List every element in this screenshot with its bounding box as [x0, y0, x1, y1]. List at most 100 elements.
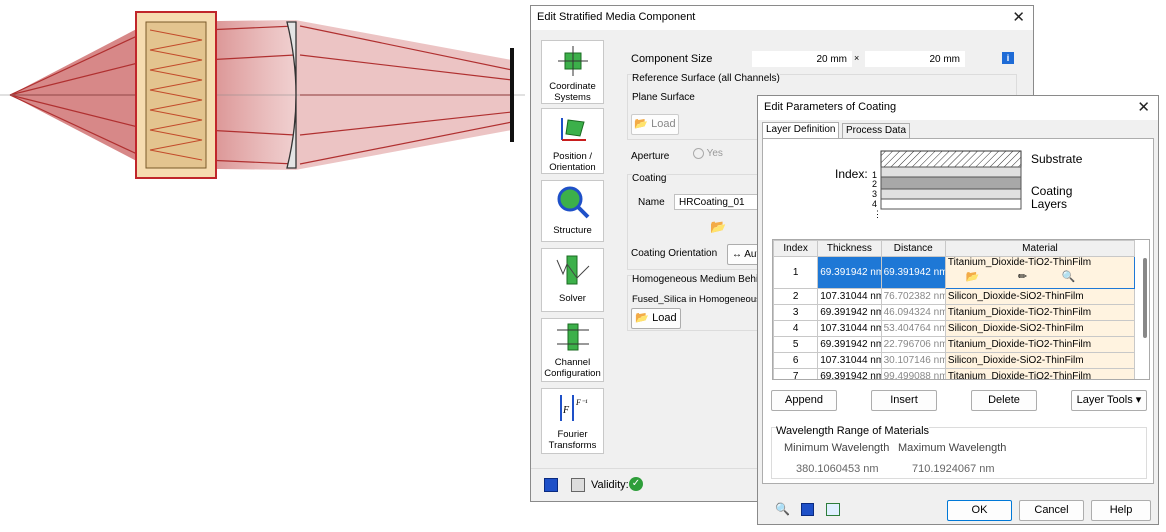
table-row[interactable]: 6 107.31044 nm 30.107146 nm Silicon_Dioxide… [773, 352, 1136, 369]
coating-title: Coating [632, 173, 667, 184]
save-icon[interactable] [801, 503, 814, 516]
load-reference-label: Load [651, 118, 676, 130]
insert-button[interactable]: Insert [871, 390, 937, 411]
coating-orientation-label: Coating Orientation [631, 248, 718, 259]
ok-button[interactable]: OK [947, 500, 1012, 521]
size-x-value: 20 mm [816, 54, 847, 65]
row-distance: 69.391942 nm [880, 256, 946, 289]
main-dialog-titlebar: Edit Stratified Media Component ✕ [531, 6, 1033, 30]
sidebar-item-fourier-transforms[interactable]: F F⁻¹ Fourier Transforms [541, 388, 604, 454]
optical-diagram [0, 11, 525, 179]
sidebar-item-position-orientation[interactable]: Position / Orientation [541, 108, 604, 174]
coating-name-value: HRCoating_01 [679, 197, 745, 208]
layer-2 [880, 176, 1022, 190]
size-y-input[interactable]: 20 mm [865, 51, 965, 67]
table-header-row: Index Thickness Distance Material [773, 240, 1136, 257]
index-more: ⋮ [873, 209, 882, 219]
append-button[interactable]: Append [771, 390, 837, 411]
sidebar-label: Systems [554, 92, 591, 103]
layer-definition-panel: Substrate Index: 1 2 3 4 ⋮ Coating Layer… [762, 138, 1154, 484]
table-scrollbar[interactable] [1143, 258, 1147, 338]
load-reference-button[interactable]: 📂 Load [631, 114, 679, 135]
table-row[interactable]: 4 107.31044 nm 53.404764 nm Silicon_Dioxide… [773, 320, 1136, 337]
main-dialog-close-icon[interactable]: ✕ [1012, 8, 1025, 26]
info-icon[interactable]: i [1002, 52, 1014, 64]
row-material-selected[interactable]: Titanium_Dioxide-TiO2-ThinFilm 📂 ✏ 🔍 [944, 256, 1136, 289]
aperture-yes-label: Yes [706, 148, 723, 160]
row-thickness[interactable]: 69.391942 nm [817, 304, 882, 321]
svg-text:F⁻¹: F⁻¹ [575, 398, 588, 407]
tab-process-data[interactable]: Process Data [842, 123, 911, 138]
folder-icon[interactable]: 📂 [710, 219, 726, 235]
row-thickness[interactable]: 69.391942 nm [817, 336, 882, 353]
layer-tools-label: Layer Tools [1076, 394, 1133, 406]
load-medium-button[interactable]: 📂 Load [631, 308, 681, 329]
row-material[interactable]: Silicon_Dioxide-SiO2-ThinFilm [944, 288, 1136, 305]
export-icon[interactable] [826, 503, 840, 516]
sidebar-item-solver[interactable]: Solver [541, 248, 604, 312]
min-wavelength-label: Minimum Wavelength [784, 442, 890, 454]
column-header-index: Index [773, 240, 819, 257]
sidebar-label: Coordinate [549, 81, 596, 92]
table-row-selected[interactable]: 1 69.391942 nm 69.391942 nm Titanium_Dio… [773, 256, 1136, 289]
column-header-distance: Distance [880, 240, 946, 257]
row-thickness[interactable]: 69.391942 nm [817, 256, 882, 289]
cancel-button[interactable]: Cancel [1019, 500, 1084, 521]
coating-layers-label-1: Coating [1031, 184, 1073, 198]
save-icon[interactable] [544, 478, 558, 492]
table-row[interactable]: 7 69.391942 nm 99.499088 nm Titanium_Dioxid… [773, 368, 1136, 379]
row-distance: 30.107146 nm [880, 352, 946, 369]
size-x-input[interactable]: 20 mm [752, 51, 852, 67]
edit-pencil-icon[interactable]: ✏ [1018, 270, 1027, 283]
sidebar-label: Structure [553, 225, 592, 236]
row-thickness[interactable]: 107.31044 nm [817, 288, 882, 305]
insert-label: Insert [890, 394, 918, 406]
solver-icon [556, 255, 589, 285]
table-row[interactable]: 2 107.31044 nm 76.702382 nm Silicon_Dioxide… [773, 288, 1136, 305]
row-thickness[interactable]: 107.31044 nm [817, 320, 882, 337]
folder-icon[interactable]: 📂 [966, 270, 980, 283]
wavelength-title: Wavelength Range of Materials [776, 425, 930, 437]
row-distance: 53.404764 nm [880, 320, 946, 337]
layer-3 [880, 188, 1022, 200]
row-material[interactable]: Silicon_Dioxide-SiO2-ThinFilm [944, 352, 1136, 369]
row-thickness[interactable]: 107.31044 nm [817, 352, 882, 369]
table-row[interactable]: 3 69.391942 nm 46.094324 nm Titanium_Dioxid… [773, 304, 1136, 321]
row-material[interactable]: Titanium_Dioxide-TiO2-ThinFilm [944, 336, 1136, 353]
radio-icon [693, 148, 704, 159]
sidebar-label: Configuration [544, 368, 601, 379]
substrate-layer [880, 150, 1022, 168]
row-material[interactable]: Titanium_Dioxide-TiO2-ThinFilm [944, 304, 1136, 321]
coating-dialog-titlebar: Edit Parameters of Coating ✕ [758, 96, 1158, 120]
layer-tools-dropdown[interactable]: Layer Tools ▾ [1071, 390, 1147, 411]
coating-layers-label-2: Layers [1031, 197, 1068, 211]
help-label: Help [1109, 504, 1133, 516]
sidebar-item-channel-configuration[interactable]: Channel Configuration [541, 318, 604, 382]
row-material[interactable]: Silicon_Dioxide-SiO2-ThinFilm [944, 320, 1136, 337]
coating-dialog-close-icon[interactable]: ✕ [1137, 98, 1150, 116]
sidebar-item-structure[interactable]: Structure [541, 180, 604, 242]
search-icon[interactable]: 🔍 [775, 502, 790, 516]
index-2: 2 [872, 179, 878, 189]
row-index: 2 [773, 288, 819, 305]
row-thickness[interactable]: 69.391942 nm [817, 368, 882, 379]
cancel-label: Cancel [1034, 504, 1069, 516]
sidebar-item-coordinate-systems[interactable]: Coordinate Systems [541, 40, 604, 104]
delete-button[interactable]: Delete [971, 390, 1037, 411]
search-icon[interactable]: 🔍 [1062, 270, 1076, 283]
row-distance: 99.499088 nm [880, 368, 946, 379]
row-distance: 22.796706 nm [880, 336, 946, 353]
table-row[interactable]: 5 69.391942 nm 22.796706 nm Titanium_Dioxid… [773, 336, 1136, 353]
sidebar: Coordinate Systems Position / Orientation … [535, 34, 611, 462]
homogeneous-value: Fused_Silica in Homogeneous M [632, 294, 772, 305]
coating-bottom-bar: 🔍 OK Cancel Help [758, 496, 1158, 524]
help-button[interactable]: Help [1091, 500, 1151, 521]
row-material[interactable]: Titanium_Dioxide-TiO2-ThinFilm [944, 368, 1136, 379]
aperture-yes-radio[interactable]: Yes [693, 148, 723, 159]
documentation-icon[interactable] [571, 478, 585, 492]
min-wavelength-value: 380.1060453 nm [796, 463, 879, 475]
reference-surface-value: Plane Surface [632, 92, 695, 103]
tab-layer-definition[interactable]: Layer Definition [762, 122, 840, 138]
folder-icon: 📂 [635, 312, 650, 324]
index-4: 4 [872, 199, 878, 209]
